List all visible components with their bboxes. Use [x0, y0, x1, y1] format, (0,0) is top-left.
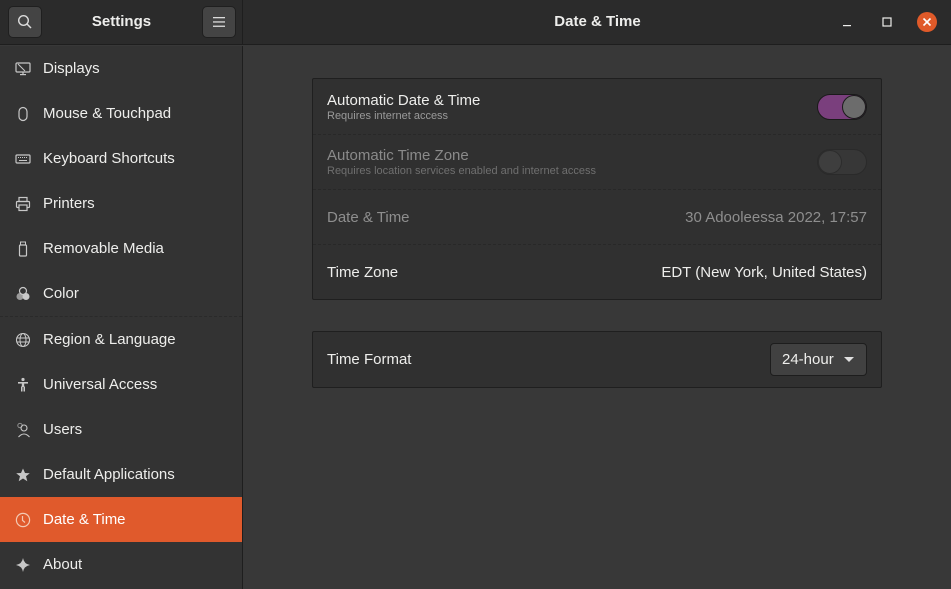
date-time-settings-panel: Automatic Date & Time Requires internet … [312, 78, 882, 300]
time-zone-value: EDT (New York, United States) [661, 263, 867, 281]
time-format-panel: Time Format 24-hour [312, 331, 882, 388]
date-time-value: 30 Adooleessa 2022, 17:57 [685, 208, 867, 226]
sidebar-item-date-time[interactable]: Date & Time [0, 497, 242, 542]
hamburger-menu-icon [213, 17, 225, 27]
star-icon [14, 466, 32, 484]
mouse-icon [14, 105, 32, 123]
switch-knob [818, 150, 842, 174]
minimize-icon [843, 25, 851, 27]
maximize-icon [882, 17, 892, 27]
sidebar-item-label: Universal Access [43, 376, 158, 393]
accessibility-icon [14, 376, 32, 394]
automatic-time-zone-switch [817, 149, 867, 175]
time-zone-title: Time Zone [327, 263, 399, 281]
minimize-button[interactable] [837, 12, 857, 32]
time-format-selected: 24-hour [782, 351, 834, 368]
sidebar-item-mouse-touchpad[interactable]: Mouse & Touchpad [0, 91, 242, 136]
sidebar-item-default-applications[interactable]: Default Applications [0, 452, 242, 497]
automatic-date-time-subtitle: Requires internet access [327, 109, 449, 122]
sidebar-item-label: Printers [43, 195, 95, 212]
sidebar-item-color[interactable]: Color [0, 271, 242, 316]
automatic-time-zone-subtitle: Requires location services enabled and i… [327, 165, 597, 177]
sidebar-item-label: Date & Time [43, 511, 126, 528]
time-format-dropdown[interactable]: 24-hour [770, 343, 867, 376]
maximize-button[interactable] [877, 12, 897, 32]
date-time-row: Date & Time 30 Adooleessa 2022, 17:57 [313, 189, 881, 244]
sidebar-item-label: Keyboard Shortcuts [43, 150, 175, 167]
sidebar-item-label: Displays [43, 60, 100, 77]
sidebar-item-universal-access[interactable]: Universal Access [0, 362, 242, 407]
time-zone-row[interactable]: Time Zone EDT (New York, United States) [313, 244, 881, 299]
date-time-title: Date & Time [327, 208, 410, 226]
sidebar-item-label: Default Applications [43, 466, 175, 483]
sparkle-icon [14, 556, 32, 574]
time-format-row: Time Format 24-hour [313, 332, 881, 387]
sidebar-item-label: Region & Language [43, 331, 176, 348]
sidebar-item-about[interactable]: About [0, 542, 242, 587]
sidebar-header: Settings [0, 0, 243, 45]
sidebar-item-label: Users [43, 421, 83, 438]
sidebar-item-label: Color [43, 285, 79, 302]
sidebar-item-region-language[interactable]: Region & Language [0, 317, 242, 362]
sidebar-item-label: Removable Media [43, 240, 164, 257]
sidebar-item-removable-media[interactable]: Removable Media [0, 226, 242, 271]
header-bar: Settings Date & Time [0, 0, 951, 45]
color-icon [14, 285, 32, 303]
automatic-date-time-title: Automatic Date & Time [327, 91, 481, 109]
automatic-time-zone-row: Automatic Time Zone Requires location se… [313, 134, 881, 189]
sidebar-item-users[interactable]: Users [0, 407, 242, 452]
sidebar-item-displays[interactable]: Displays [0, 46, 242, 91]
switch-knob [842, 94, 866, 119]
sidebar: Displays Mouse & Touchpad Keyboard Short… [0, 46, 243, 589]
automatic-time-zone-title: Automatic Time Zone [327, 147, 469, 164]
keyboard-icon [14, 150, 32, 168]
sidebar-item-printers[interactable]: Printers [0, 181, 242, 226]
chevron-down-icon [844, 357, 854, 362]
automatic-date-time-switch[interactable] [817, 93, 867, 120]
menu-button[interactable] [202, 6, 236, 38]
automatic-date-time-row[interactable]: Automatic Date & Time Requires internet … [313, 79, 881, 134]
display-icon [14, 60, 32, 78]
globe-icon [14, 331, 32, 349]
usb-icon [14, 240, 32, 258]
sidebar-item-keyboard-shortcuts[interactable]: Keyboard Shortcuts [0, 136, 242, 181]
sidebar-item-label: Mouse & Touchpad [43, 105, 172, 122]
sidebar-item-label: About [43, 556, 83, 573]
close-icon [922, 17, 932, 27]
clock-icon [14, 511, 32, 529]
time-format-title: Time Format [327, 351, 412, 368]
close-button[interactable] [917, 12, 937, 32]
printer-icon [14, 195, 32, 213]
users-icon [14, 421, 32, 439]
